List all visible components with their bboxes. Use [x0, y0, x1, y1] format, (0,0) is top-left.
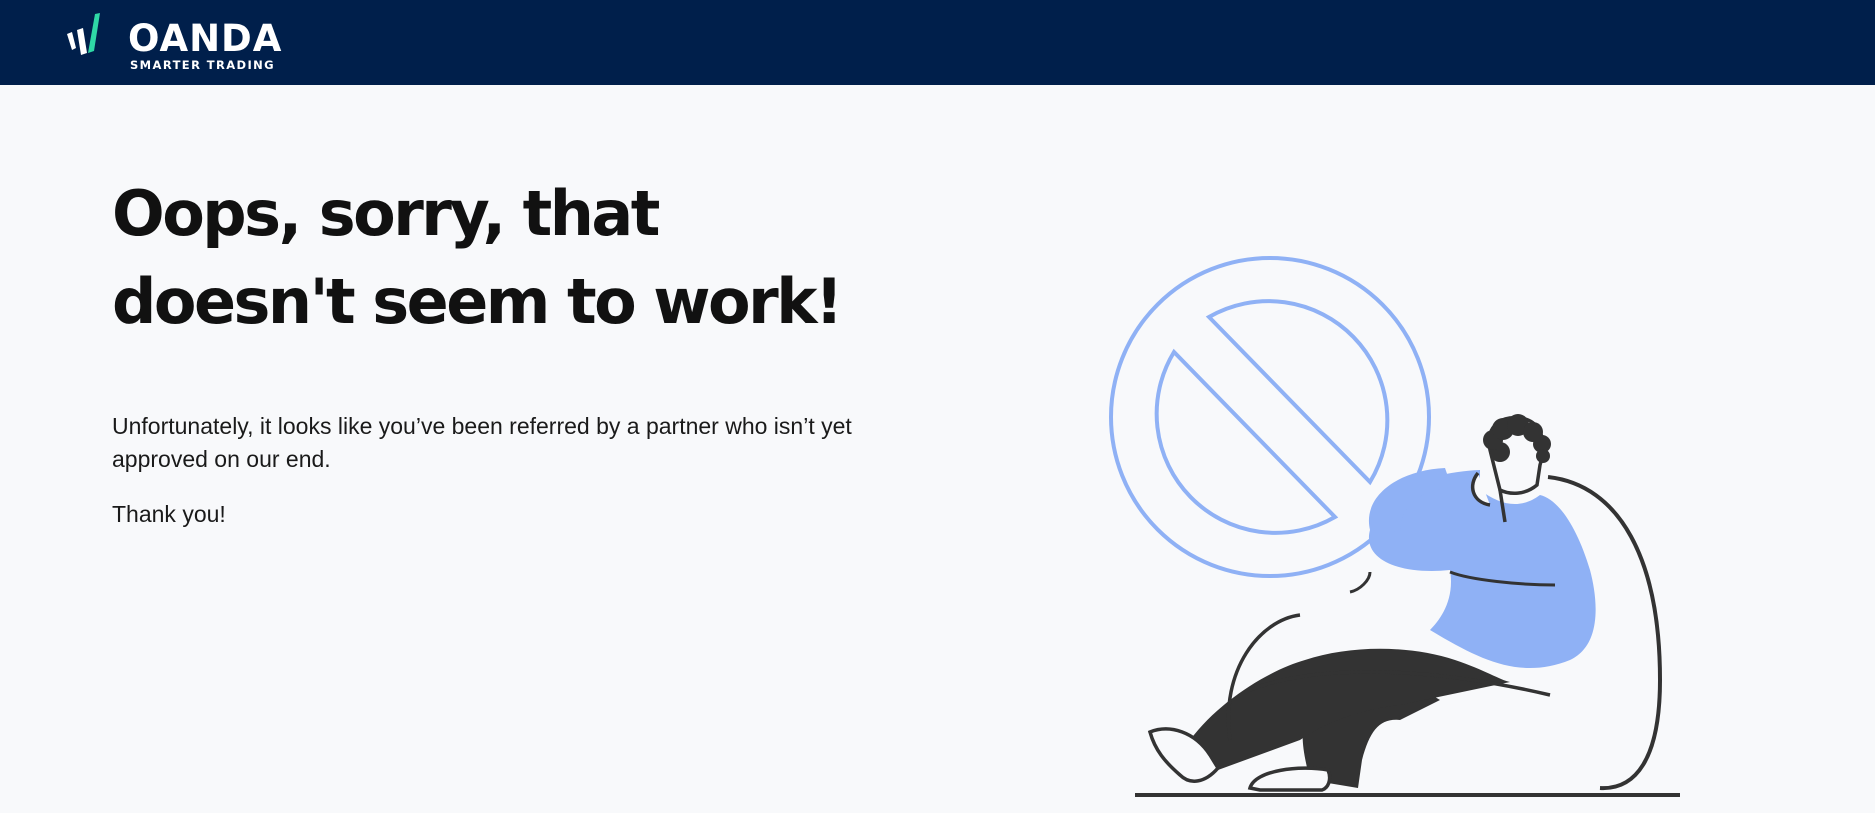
brand-tagline: SMARTER TRADING	[130, 58, 276, 72]
oanda-logo-link[interactable]: OANDA SMARTER TRADING	[66, 9, 286, 73]
thank-you-text: Thank you!	[112, 501, 226, 527]
person-right-shoe	[1247, 766, 1332, 792]
error-message-panel: Oops, sorry, that doesn't seem to work! …	[112, 170, 912, 531]
headline-line-2: doesn't seem to work!	[112, 265, 843, 338]
top-navigation-bar: OANDA SMARTER TRADING	[0, 0, 1875, 85]
error-description: Unfortunately, it looks like you’ve been…	[112, 413, 852, 472]
prohibited-person-illustration	[1109, 256, 1680, 797]
headline-line-1: Oops, sorry, that	[112, 177, 660, 250]
oanda-chart-mark-icon	[67, 13, 100, 55]
person-figure	[1147, 414, 1596, 792]
brand-name: OANDA	[128, 17, 283, 60]
page-title: Oops, sorry, that doesn't seem to work!	[112, 170, 912, 346]
